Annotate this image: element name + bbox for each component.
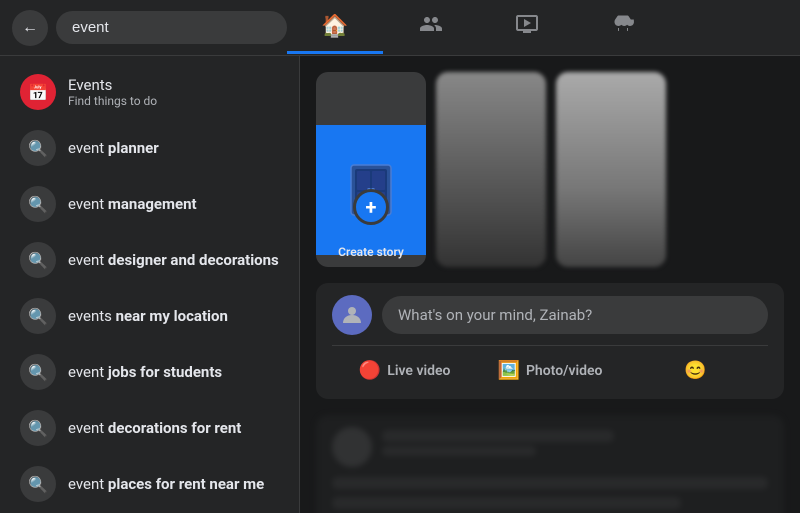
suggestion-item-5[interactable]: 🔍 event decorations for rent <box>4 400 295 456</box>
live-video-button[interactable]: 🔴 Live video <box>332 354 477 387</box>
story-card-2[interactable] <box>556 72 666 267</box>
search-dropdown: 📅 Events Find things to do 🔍 event plann… <box>0 56 300 513</box>
suggestion-text-6: event places for rent near me <box>68 475 264 493</box>
events-subtitle: Find things to do <box>68 94 157 108</box>
suggestion-item-2[interactable]: 🔍 event designer and decorations <box>4 232 295 288</box>
friends-icon <box>419 12 443 40</box>
post-input-row: What's on your mind, Zainab? <box>332 295 768 335</box>
avatar-icon <box>341 304 363 326</box>
search-icon-6: 🔍 <box>20 466 56 502</box>
suggestion-text-4: event jobs for students <box>68 363 222 381</box>
live-video-label: Live video <box>387 363 450 379</box>
events-title: Events <box>68 76 157 94</box>
feeling-button[interactable]: 😊 <box>623 354 768 387</box>
suggestion-item-3[interactable]: 🔍 events near my location <box>4 288 295 344</box>
post-box: What's on your mind, Zainab? 🔴 Live vide… <box>316 283 784 399</box>
search-icon-5: 🔍 <box>20 410 56 446</box>
create-story-card[interactable]: + Create story <box>316 72 426 267</box>
suggestion-item-4[interactable]: 🔍 event jobs for students <box>4 344 295 400</box>
live-video-icon: 🔴 <box>359 360 381 381</box>
main-area: 📅 Events Find things to do 🔍 event plann… <box>0 56 800 513</box>
suggestion-item-1[interactable]: 🔍 event management <box>4 176 295 232</box>
top-nav: ← 🏠 <box>0 0 800 56</box>
feeling-icon: 😊 <box>684 360 706 381</box>
nav-center: 🏠 <box>287 2 671 54</box>
search-icon-4: 🔍 <box>20 354 56 390</box>
suggestion-text-1: event management <box>68 195 197 213</box>
video-icon <box>515 12 539 40</box>
suggestion-text-5: event decorations for rent <box>68 419 241 437</box>
search-icon-0: 🔍 <box>20 130 56 166</box>
nav-video-button[interactable] <box>479 2 575 54</box>
blurred-post <box>316 415 784 513</box>
nav-marketplace-button[interactable] <box>575 2 671 54</box>
photo-video-button[interactable]: 🖼️ Photo/video <box>477 354 622 387</box>
back-icon: ← <box>22 19 38 37</box>
user-avatar <box>332 295 372 335</box>
post-input[interactable]: What's on your mind, Zainab? <box>382 296 768 334</box>
suggestion-text-0: event planner <box>68 139 159 157</box>
create-story-plus[interactable]: + <box>353 189 389 225</box>
photo-video-label: Photo/video <box>526 363 603 379</box>
suggestion-text-2: event designer and decorations <box>68 251 279 269</box>
search-icon-3: 🔍 <box>20 298 56 334</box>
suggestion-item-6[interactable]: 🔍 event places for rent near me <box>4 456 295 512</box>
suggestion-item-0[interactable]: 🔍 event planner <box>4 120 295 176</box>
nav-home-button[interactable]: 🏠 <box>287 2 383 54</box>
create-story-label: Create story <box>316 245 426 259</box>
search-icon-2: 🔍 <box>20 242 56 278</box>
nav-friends-button[interactable] <box>383 2 479 54</box>
search-input[interactable] <box>56 11 287 44</box>
suggestion-text-3: events near my location <box>68 307 228 325</box>
marketplace-icon <box>611 12 635 40</box>
stories-row: + Create story <box>316 72 784 267</box>
post-actions: 🔴 Live video 🖼️ Photo/video 😊 <box>332 345 768 387</box>
nav-left: ← <box>12 10 287 46</box>
events-icon: 📅 <box>20 74 56 110</box>
photo-video-icon: 🖼️ <box>498 360 520 381</box>
search-icon-1: 🔍 <box>20 186 56 222</box>
story-card-1[interactable] <box>436 72 546 267</box>
home-icon: 🏠 <box>321 13 348 39</box>
feed-content: + Create story What's on your mind, Zain… <box>300 56 800 513</box>
back-button[interactable]: ← <box>12 10 48 46</box>
dropdown-events-item[interactable]: 📅 Events Find things to do <box>4 64 295 120</box>
